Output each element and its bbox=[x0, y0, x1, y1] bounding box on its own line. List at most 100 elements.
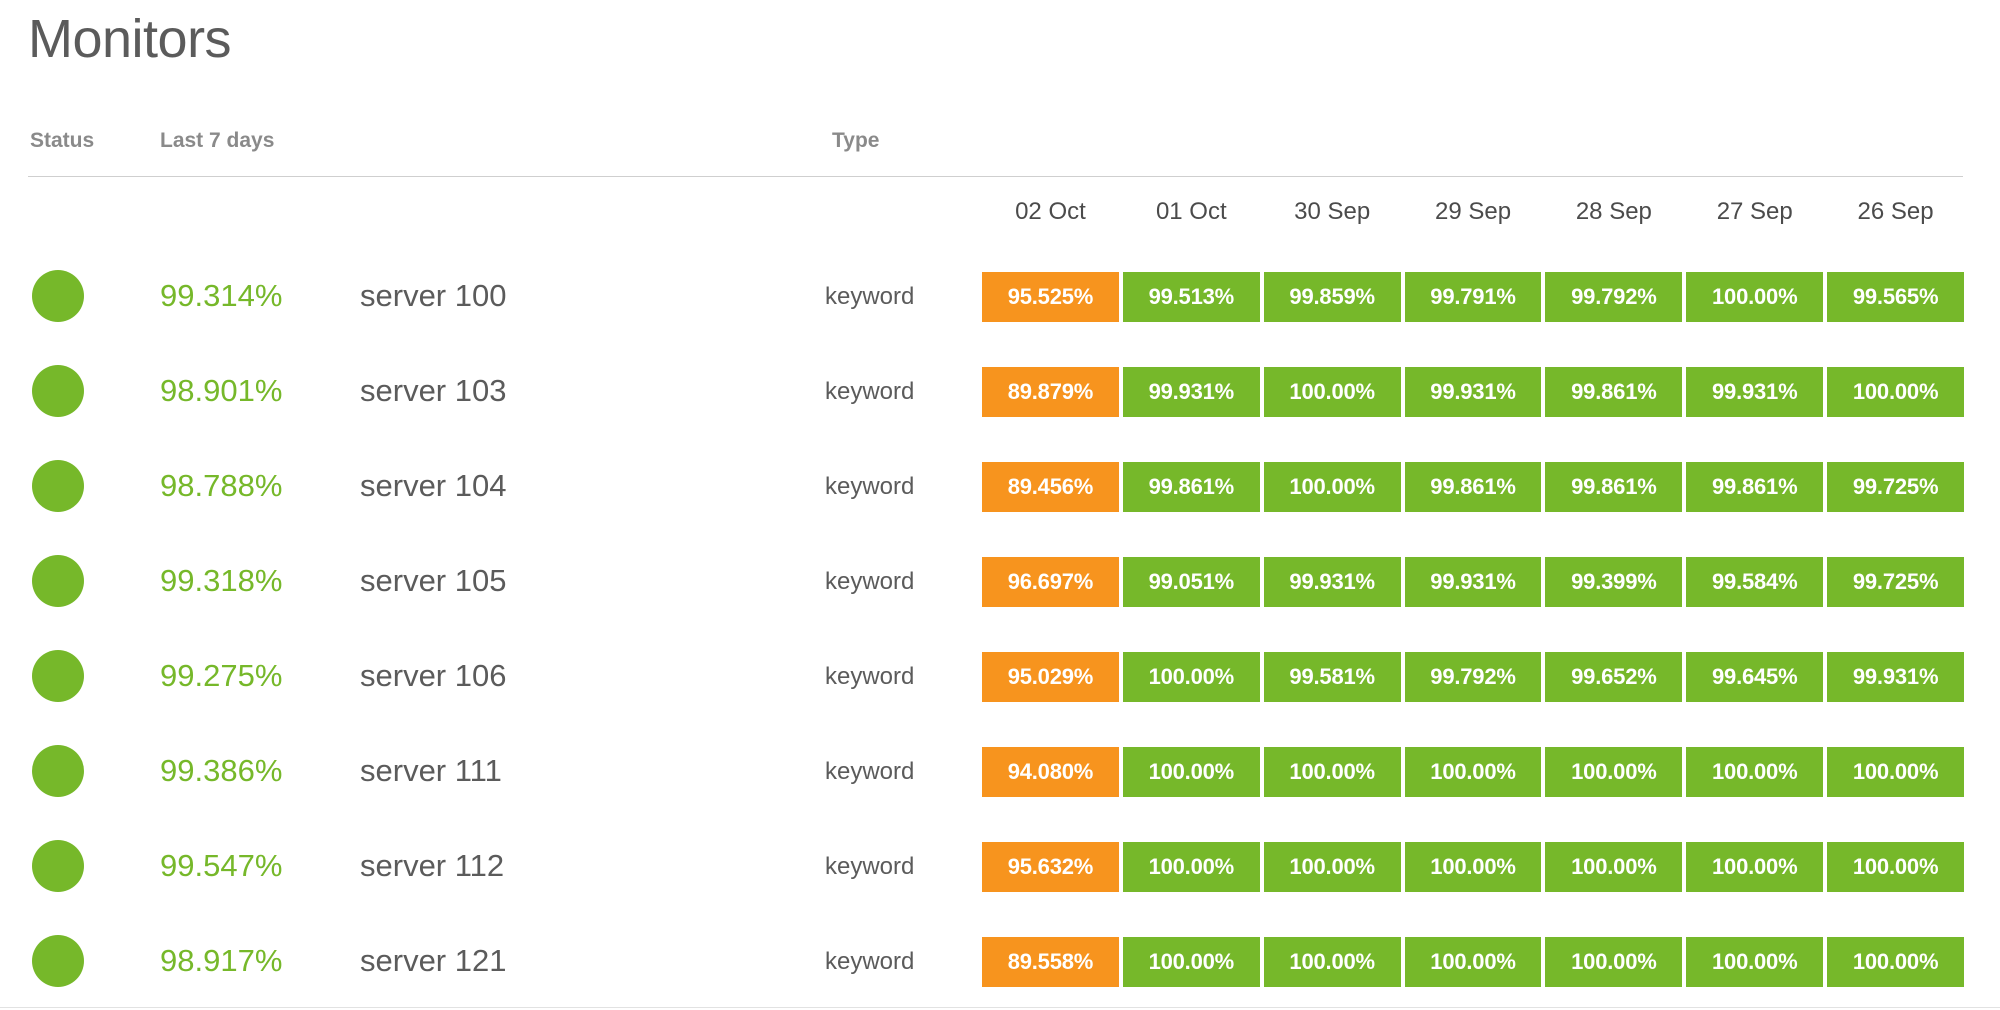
daily-uptime-cell[interactable]: 99.584% bbox=[1686, 557, 1823, 607]
daily-uptime-cells: 96.697%99.051%99.931%99.931%99.399%99.58… bbox=[982, 557, 1964, 607]
daily-uptime-cell[interactable]: 99.861% bbox=[1686, 462, 1823, 512]
daily-uptime-cell[interactable]: 100.00% bbox=[1827, 747, 1964, 797]
monitor-name-link[interactable]: server 121 bbox=[360, 933, 506, 989]
daily-uptime-cell[interactable]: 95.525% bbox=[982, 272, 1119, 322]
daily-uptime-cell[interactable]: 100.00% bbox=[1827, 937, 1964, 987]
uptime-percentage: 98.901% bbox=[160, 363, 350, 419]
daily-uptime-cell[interactable]: 100.00% bbox=[1405, 937, 1542, 987]
daily-uptime-cell[interactable]: 99.725% bbox=[1827, 462, 1964, 512]
status-indicator-icon bbox=[32, 460, 84, 512]
daily-uptime-cell[interactable]: 99.861% bbox=[1405, 462, 1542, 512]
uptime-percentage: 98.917% bbox=[160, 933, 350, 989]
daily-uptime-cell[interactable]: 99.399% bbox=[1545, 557, 1682, 607]
daily-uptime-cell[interactable]: 99.792% bbox=[1405, 652, 1542, 702]
daily-uptime-cell[interactable]: 100.00% bbox=[1405, 747, 1542, 797]
column-header-type: Type bbox=[832, 128, 879, 154]
table-row[interactable]: 98.901%server 103keyword89.879%99.931%10… bbox=[0, 353, 2000, 448]
table-row[interactable]: 98.917%server 121keyword89.558%100.00%10… bbox=[0, 923, 2000, 1010]
daily-uptime-cell[interactable]: 100.00% bbox=[1123, 747, 1260, 797]
daily-uptime-cell[interactable]: 99.931% bbox=[1686, 367, 1823, 417]
daily-uptime-cells: 89.879%99.931%100.00%99.931%99.861%99.93… bbox=[982, 367, 1964, 417]
daily-uptime-cell[interactable]: 100.00% bbox=[1686, 747, 1823, 797]
daily-uptime-cell[interactable]: 99.931% bbox=[1123, 367, 1260, 417]
daily-uptime-cell[interactable]: 89.558% bbox=[982, 937, 1119, 987]
daily-uptime-cell[interactable]: 99.791% bbox=[1405, 272, 1542, 322]
daily-uptime-cell[interactable]: 99.931% bbox=[1827, 652, 1964, 702]
table-row[interactable]: 99.547%server 112keyword95.632%100.00%10… bbox=[0, 828, 2000, 923]
header-divider bbox=[28, 176, 1963, 177]
daily-uptime-cell[interactable]: 95.632% bbox=[982, 842, 1119, 892]
daily-uptime-cell[interactable]: 100.00% bbox=[1123, 652, 1260, 702]
daily-uptime-cell[interactable]: 100.00% bbox=[1827, 367, 1964, 417]
monitor-name-link[interactable]: server 103 bbox=[360, 363, 506, 419]
daily-uptime-cell[interactable]: 99.581% bbox=[1264, 652, 1401, 702]
daily-uptime-cell[interactable]: 100.00% bbox=[1686, 842, 1823, 892]
table-row[interactable]: 98.788%server 104keyword89.456%99.861%10… bbox=[0, 448, 2000, 543]
daily-uptime-cell[interactable]: 95.029% bbox=[982, 652, 1119, 702]
status-indicator-icon bbox=[32, 650, 84, 702]
date-header: 02 Oct bbox=[982, 194, 1119, 234]
monitor-name-link[interactable]: server 105 bbox=[360, 553, 506, 609]
table-row[interactable]: 99.318%server 105keyword96.697%99.051%99… bbox=[0, 543, 2000, 638]
monitor-name-link[interactable]: server 104 bbox=[360, 458, 506, 514]
daily-uptime-cell[interactable]: 99.859% bbox=[1264, 272, 1401, 322]
daily-uptime-cell[interactable]: 100.00% bbox=[1123, 937, 1260, 987]
daily-uptime-cell[interactable]: 99.792% bbox=[1545, 272, 1682, 322]
monitor-name-link[interactable]: server 106 bbox=[360, 648, 506, 704]
daily-uptime-cell[interactable]: 100.00% bbox=[1264, 937, 1401, 987]
uptime-percentage: 99.275% bbox=[160, 648, 350, 704]
daily-uptime-cell[interactable]: 89.456% bbox=[982, 462, 1119, 512]
monitor-type: keyword bbox=[825, 747, 914, 797]
monitor-name-link[interactable]: server 100 bbox=[360, 268, 506, 324]
daily-uptime-cell[interactable]: 99.565% bbox=[1827, 272, 1964, 322]
daily-uptime-cell[interactable]: 99.645% bbox=[1686, 652, 1823, 702]
daily-uptime-cell[interactable]: 100.00% bbox=[1264, 842, 1401, 892]
daily-uptime-cell[interactable]: 99.861% bbox=[1123, 462, 1260, 512]
daily-uptime-cell[interactable]: 100.00% bbox=[1545, 747, 1682, 797]
daily-uptime-cell[interactable]: 94.080% bbox=[982, 747, 1119, 797]
date-header: 29 Sep bbox=[1405, 194, 1542, 234]
table-row[interactable]: 99.275%server 106keyword95.029%100.00%99… bbox=[0, 638, 2000, 733]
daily-uptime-cell[interactable]: 99.931% bbox=[1405, 367, 1542, 417]
daily-uptime-cell[interactable]: 89.879% bbox=[982, 367, 1119, 417]
monitor-type: keyword bbox=[825, 367, 914, 417]
table-row[interactable]: 99.314%server 100keyword95.525%99.513%99… bbox=[0, 258, 2000, 353]
daily-uptime-cell[interactable]: 100.00% bbox=[1264, 367, 1401, 417]
monitor-name-link[interactable]: server 111 bbox=[360, 743, 502, 799]
monitors-list: 99.314%server 100keyword95.525%99.513%99… bbox=[0, 258, 2000, 1010]
daily-uptime-cell[interactable]: 100.00% bbox=[1827, 842, 1964, 892]
monitor-name-link[interactable]: server 112 bbox=[360, 838, 504, 894]
status-indicator-icon bbox=[32, 840, 84, 892]
table-row[interactable]: 99.386%server 111keyword94.080%100.00%10… bbox=[0, 733, 2000, 828]
daily-uptime-cell[interactable]: 100.00% bbox=[1405, 842, 1542, 892]
daily-uptime-cell[interactable]: 96.697% bbox=[982, 557, 1119, 607]
daily-uptime-cell[interactable]: 100.00% bbox=[1264, 747, 1401, 797]
daily-uptime-cells: 95.029%100.00%99.581%99.792%99.652%99.64… bbox=[982, 652, 1964, 702]
status-indicator-icon bbox=[32, 555, 84, 607]
daily-uptime-cell[interactable]: 99.513% bbox=[1123, 272, 1260, 322]
column-header-status: Status bbox=[30, 128, 94, 154]
monitors-page: Monitors Status Last 7 days Type 02 Oct0… bbox=[0, 0, 2000, 1010]
daily-uptime-cell[interactable]: 99.725% bbox=[1827, 557, 1964, 607]
daily-uptime-cell[interactable]: 100.00% bbox=[1686, 272, 1823, 322]
daily-uptime-cell[interactable]: 99.652% bbox=[1545, 652, 1682, 702]
daily-uptime-cell[interactable]: 99.861% bbox=[1545, 367, 1682, 417]
daily-uptime-cell[interactable]: 100.00% bbox=[1545, 842, 1682, 892]
monitor-type: keyword bbox=[825, 272, 914, 322]
date-header-strip: 02 Oct01 Oct30 Sep29 Sep28 Sep27 Sep26 S… bbox=[982, 194, 1964, 234]
daily-uptime-cell[interactable]: 100.00% bbox=[1545, 937, 1682, 987]
monitor-type: keyword bbox=[825, 652, 914, 702]
uptime-percentage: 99.318% bbox=[160, 553, 350, 609]
column-header-last-7-days: Last 7 days bbox=[160, 128, 274, 154]
page-title: Monitors bbox=[28, 6, 231, 72]
daily-uptime-cell[interactable]: 99.861% bbox=[1545, 462, 1682, 512]
monitor-type: keyword bbox=[825, 462, 914, 512]
daily-uptime-cell[interactable]: 99.051% bbox=[1123, 557, 1260, 607]
daily-uptime-cell[interactable]: 99.931% bbox=[1405, 557, 1542, 607]
daily-uptime-cell[interactable]: 100.00% bbox=[1686, 937, 1823, 987]
daily-uptime-cell[interactable]: 100.00% bbox=[1123, 842, 1260, 892]
daily-uptime-cell[interactable]: 99.931% bbox=[1264, 557, 1401, 607]
bottom-divider bbox=[0, 1007, 2000, 1008]
column-header-row: Status Last 7 days Type bbox=[0, 128, 2000, 174]
daily-uptime-cell[interactable]: 100.00% bbox=[1264, 462, 1401, 512]
